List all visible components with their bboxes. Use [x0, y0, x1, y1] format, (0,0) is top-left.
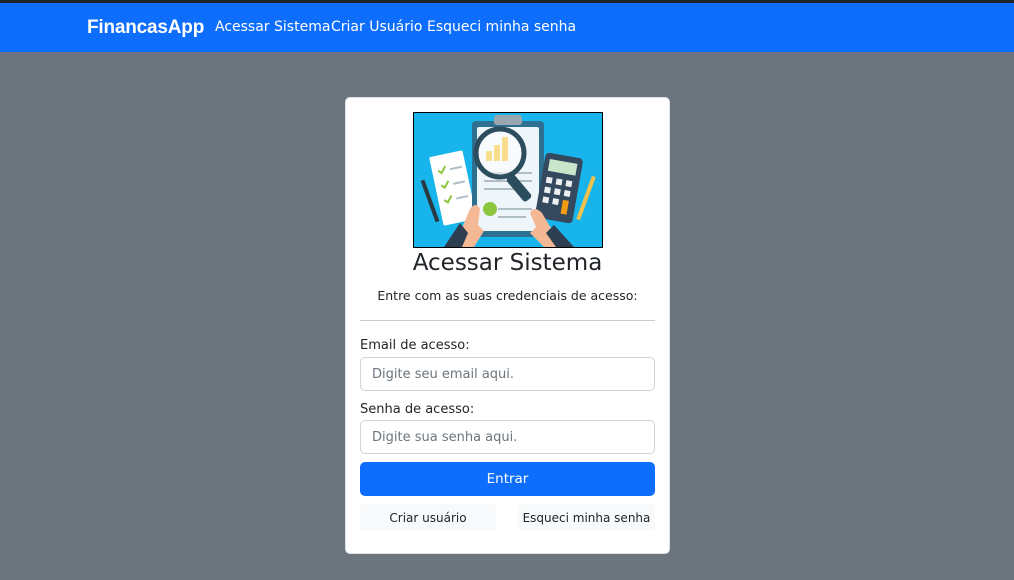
- password-field[interactable]: Digite sua senha aqui.: [360, 420, 655, 454]
- password-placeholder: Digite sua senha aqui.: [372, 429, 518, 445]
- email-field[interactable]: Digite seu email aqui.: [360, 357, 655, 391]
- nav-link-acessar-sistema[interactable]: Acessar Sistema: [215, 19, 330, 35]
- submit-button[interactable]: Entrar: [360, 462, 655, 496]
- financial-audit-illustration: [413, 112, 603, 248]
- brand-link[interactable]: FinancasApp: [87, 17, 204, 39]
- card-title: Acessar Sistema: [412, 250, 603, 276]
- card-subtitle: Entre com as suas credenciais de acesso:: [377, 288, 638, 303]
- navbar: FinancasApp Acessar Sistema Criar Usuári…: [0, 3, 1014, 52]
- password-label: Senha de acesso:: [360, 402, 475, 417]
- divider: [360, 320, 655, 321]
- nav-link-criar-usuario[interactable]: Criar Usuário: [331, 19, 422, 35]
- forgot-password-button[interactable]: Esqueci minha senha: [518, 504, 655, 531]
- login-card: Acessar Sistema Entre com as suas creden…: [345, 97, 670, 554]
- nav-link-esqueci-senha[interactable]: Esqueci minha senha: [427, 19, 576, 35]
- email-label: Email de acesso:: [360, 338, 470, 353]
- create-user-button[interactable]: Criar usuário: [360, 504, 496, 531]
- email-placeholder: Digite seu email aqui.: [372, 366, 515, 382]
